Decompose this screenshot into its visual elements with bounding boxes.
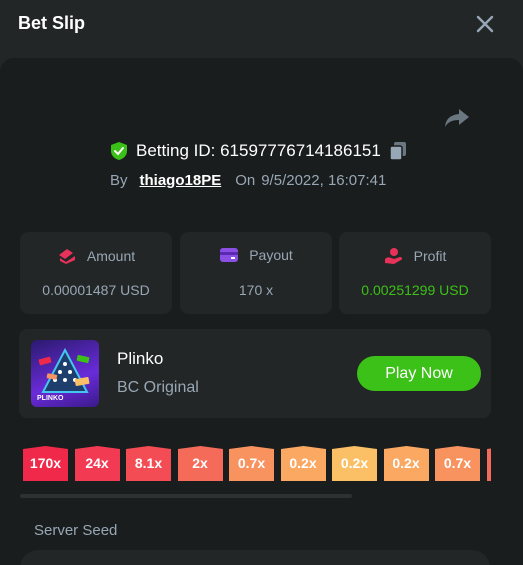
payout-value: 170 x — [238, 282, 274, 298]
multiplier-slot — [486, 446, 491, 481]
profit-icon — [384, 248, 402, 264]
game-card: PLINKO Plinko BC Original Play Now — [19, 329, 491, 418]
multiplier-slot: 8.1x — [126, 446, 171, 481]
profit-card: Profit 0.00251299 USD — [339, 232, 491, 314]
multiplier-slot: 0.7x — [435, 446, 480, 481]
amount-value: 0.00001487 USD — [42, 282, 150, 298]
multiplier-label: 170x — [29, 455, 62, 471]
header: Bet Slip — [0, 0, 523, 50]
multiplier-slot: 170x — [23, 446, 68, 481]
multiplier-label: 2x — [192, 455, 208, 471]
close-icon[interactable] — [474, 13, 496, 35]
multiplier-label: 8.1x — [134, 455, 163, 471]
page-title: Bet Slip — [18, 13, 86, 33]
multiplier-label: 0.2x — [289, 455, 317, 471]
card-icon — [220, 248, 239, 262]
on-label: On — [235, 171, 256, 189]
multiplier-label: 0.7x — [443, 455, 472, 471]
thumbnail-label: PLINKO — [37, 395, 64, 402]
payout-card: Payout 170 x — [180, 232, 332, 314]
play-now-button[interactable]: Play Now — [357, 356, 481, 391]
multiplier-label: 0.2x — [340, 455, 369, 471]
multiplier-slot: 0.2x — [332, 446, 377, 481]
amount-label: Amount — [86, 248, 136, 264]
horizontal-scrollbar[interactable] — [20, 494, 352, 498]
wallet-icon — [58, 249, 75, 264]
shield-check-icon — [111, 142, 127, 160]
game-subtitle: BC Original — [117, 379, 199, 396]
multiplier-slot: 0.2x — [383, 446, 429, 481]
multiplier-row: 170x 24x 8.1x 2x 0.7x 0.2x 0.2x 0.2x 0.7x — [23, 446, 491, 481]
bet-author-row: By thiago18PE On 9/5/2022, 16:07:41 — [110, 170, 386, 190]
game-name: Plinko — [117, 349, 164, 368]
username-link[interactable]: thiago18PE — [140, 172, 222, 189]
game-thumbnail[interactable]: PLINKO — [31, 340, 99, 407]
profit-value: 0.00251299 USD — [361, 282, 469, 298]
multiplier-slot: 0.7x — [229, 446, 274, 481]
multiplier-slot: 2x — [177, 446, 223, 481]
copy-icon[interactable] — [389, 141, 407, 161]
amount-card: Amount 0.00001487 USD — [20, 232, 172, 314]
multiplier-slot-shape — [486, 448, 491, 481]
multiplier-label: 24x — [85, 455, 109, 471]
multiplier-label: 0.7x — [237, 455, 266, 471]
betting-id: Betting ID: 6159777671418615​1 — [136, 141, 381, 160]
multiplier-slot: 0.2x — [280, 446, 326, 481]
share-icon[interactable] — [443, 106, 471, 130]
by-label: By — [110, 171, 128, 189]
server-seed-field[interactable] — [20, 550, 490, 565]
multiplier-slot: 24x — [74, 446, 120, 481]
payout-label: Payout — [249, 247, 293, 263]
multiplier-label: 0.2x — [392, 455, 420, 471]
server-seed-label: Server Seed — [34, 522, 118, 539]
bet-date: 9/5/2022, 16:07:41 — [261, 171, 387, 189]
profit-label: Profit — [413, 248, 447, 264]
betting-id-row: Betting ID: 6159777671418615​1 — [110, 140, 407, 162]
